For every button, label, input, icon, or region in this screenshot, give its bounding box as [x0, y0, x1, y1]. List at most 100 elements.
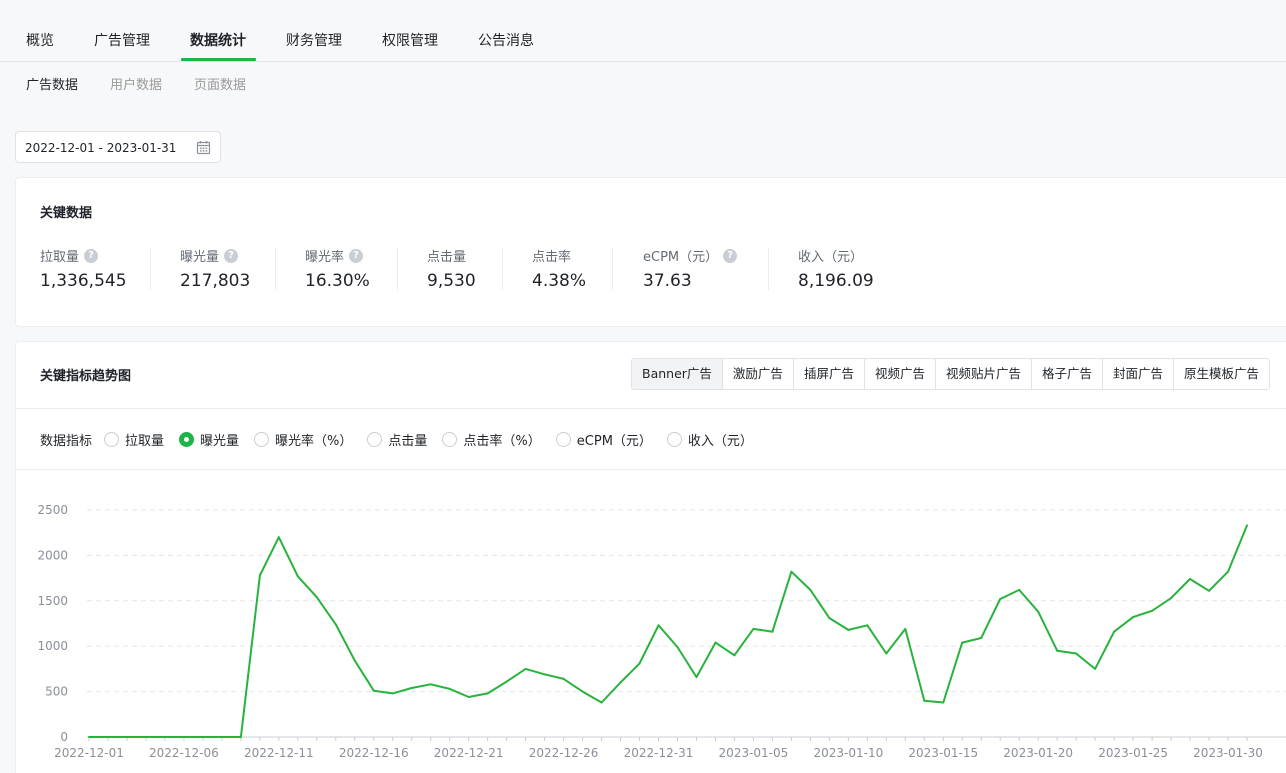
y-tick-label: 0 [60, 730, 68, 744]
metric-click-rate: 点击率 4.38% [532, 246, 586, 291]
data-point [410, 686, 413, 689]
data-point [790, 570, 793, 573]
data-point [106, 736, 109, 738]
data-point [581, 690, 584, 693]
active-tab-indicator [181, 58, 256, 61]
data-point [619, 681, 622, 684]
x-tick-label: 2022-12-16 [339, 746, 409, 760]
data-point [676, 646, 679, 649]
nav-announcements[interactable]: 公告消息 [478, 30, 534, 50]
help-icon[interactable]: ? [224, 248, 239, 263]
data-point [505, 680, 508, 683]
x-tick-label: 2023-01-10 [813, 746, 883, 760]
data-point [1208, 589, 1211, 592]
divider [612, 248, 613, 290]
nav-ad-management[interactable]: 广告管理 [94, 30, 150, 50]
metric-label: 拉取量 [40, 250, 80, 265]
data-point [600, 701, 603, 704]
data-point [258, 574, 261, 577]
metric-label: 点击率 [532, 250, 572, 265]
y-tick-label: 1500 [37, 594, 68, 608]
data-point [486, 692, 489, 695]
nav-data-statistics[interactable]: 数据统计 [190, 30, 246, 50]
data-point [334, 623, 337, 626]
data-point [88, 736, 90, 738]
data-point [657, 624, 660, 627]
trend-card: 关键指标趋势图 Banner广告 激励广告 插屏广告 视频广告 视频贴片广告 格… [15, 341, 1286, 773]
nav-overview[interactable]: 概览 [26, 30, 54, 50]
data-point [315, 596, 318, 599]
subnav-page-data[interactable]: 页面数据 [194, 74, 246, 93]
data-point [277, 536, 280, 539]
data-point [999, 597, 1002, 600]
key-data-title: 关键数据 [40, 206, 93, 221]
data-point [448, 687, 451, 690]
data-point [524, 667, 527, 670]
subnav-user-data[interactable]: 用户数据 [110, 74, 162, 93]
data-point [1037, 610, 1040, 613]
data-point [220, 736, 223, 738]
metric-value: 1,336,545 [40, 271, 127, 291]
data-point [828, 617, 831, 620]
data-point [923, 699, 926, 702]
divider [150, 248, 151, 290]
data-point [1170, 597, 1173, 600]
metric-clicks: 点击量 9,530 [427, 246, 476, 291]
x-tick-label: 2022-12-31 [624, 746, 694, 760]
data-point [1113, 630, 1116, 633]
data-point [771, 630, 774, 633]
data-point [163, 736, 166, 738]
data-point [391, 692, 394, 695]
data-point [1246, 524, 1248, 527]
y-tick-label: 2500 [37, 503, 68, 517]
x-tick-label: 2023-01-25 [1098, 746, 1168, 760]
nav-finance-management[interactable]: 财务管理 [286, 30, 342, 50]
metric-value: 9,530 [427, 271, 476, 291]
divider [502, 248, 503, 290]
key-data-card: 关键数据 拉取量? 1,336,545 曝光量? 217,803 曝光率? 16… [15, 177, 1286, 327]
data-point [125, 736, 128, 738]
y-tick-label: 1000 [37, 639, 68, 653]
x-tick-label: 2022-12-06 [149, 746, 219, 760]
data-point [1151, 609, 1154, 612]
data-point [562, 677, 565, 680]
metric-pull-count: 拉取量? 1,336,545 [40, 246, 127, 291]
metric-value: 37.63 [643, 271, 692, 291]
help-icon[interactable]: ? [349, 248, 364, 263]
data-point [1056, 649, 1059, 652]
nav-permission-management[interactable]: 权限管理 [382, 30, 438, 50]
impressions-series-line [89, 525, 1248, 738]
date-range-picker[interactable]: 2022-12-01 - 2023-01-31 [15, 131, 221, 163]
data-point [809, 588, 812, 591]
metric-label: eCPM（元） [643, 250, 719, 265]
data-point [353, 659, 356, 662]
metric-value: 4.38% [532, 271, 587, 291]
data-point [733, 654, 736, 657]
x-tick-label: 2022-12-21 [434, 746, 504, 760]
subnav-ad-data[interactable]: 广告数据 [26, 74, 78, 93]
data-point [1227, 570, 1230, 573]
x-tick-label: 2022-12-11 [244, 746, 314, 760]
data-point [942, 701, 945, 704]
x-tick-label: 2023-01-30 [1193, 746, 1263, 760]
data-point [1018, 588, 1021, 591]
data-point [372, 689, 375, 692]
help-icon[interactable]: ? [84, 248, 99, 263]
metric-value: 8,196.09 [798, 271, 874, 291]
data-point [714, 641, 717, 644]
data-point [695, 676, 698, 679]
impressions-line-chart: 0 500 1000 1500 2000 2500 2022-12-01 2022-12-06… [37, 503, 1286, 760]
data-point [847, 628, 850, 631]
help-icon[interactable]: ? [723, 248, 738, 263]
metric-label: 收入（元） [798, 250, 864, 265]
divider [275, 248, 276, 290]
data-point [1132, 616, 1135, 619]
data-point [980, 637, 983, 640]
divider [768, 248, 769, 290]
data-point [1075, 652, 1078, 655]
x-tick-label: 2023-01-15 [908, 746, 978, 760]
metric-value: 217,803 [180, 271, 251, 291]
metric-impression-rate: 曝光率? 16.30% [305, 246, 370, 291]
data-point [296, 575, 299, 578]
metric-revenue: 收入（元） 8,196.09 [798, 246, 874, 291]
